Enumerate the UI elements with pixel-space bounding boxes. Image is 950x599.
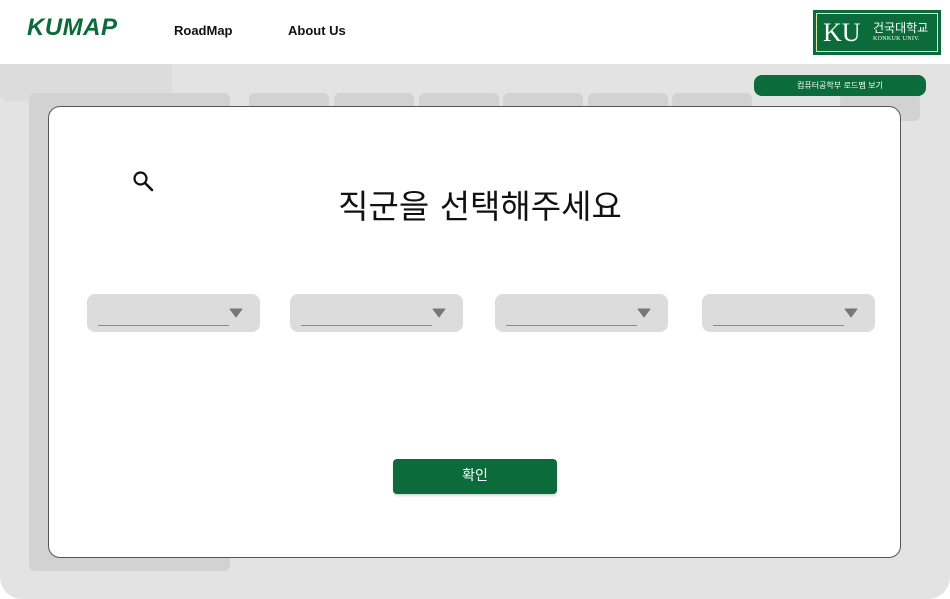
ku-logo-letters: KU [823, 18, 861, 47]
confirm-button[interactable]: 확인 [393, 459, 557, 494]
nav-about-us-link[interactable]: About Us [288, 23, 346, 38]
select-underline [98, 325, 229, 326]
dropdown-caret-icon [844, 308, 858, 318]
select-underline [301, 325, 432, 326]
job-select-4[interactable] [702, 294, 875, 332]
ku-logo-name: 건국대학교 [873, 21, 929, 35]
search-icon[interactable] [132, 170, 154, 192]
modal-title: 직군을 선택해주세요 [338, 187, 622, 226]
job-select-3[interactable] [495, 294, 668, 332]
dropdown-caret-icon [229, 308, 243, 318]
ku-logo-subtitle: KONKUK UNIV. [873, 36, 920, 42]
select-underline [506, 325, 637, 326]
konkuk-university-logo: KU 건국대학교 KONKUK UNIV. [813, 10, 941, 55]
top-header: KUMAP RoadMap About Us KU 건국대학교 KONKUK U… [0, 0, 950, 64]
job-select-1[interactable] [87, 294, 260, 332]
kumap-logo[interactable]: KUMAP [27, 14, 118, 42]
dropdown-caret-icon [637, 308, 651, 318]
select-underline [713, 325, 844, 326]
job-select-2[interactable] [290, 294, 463, 332]
dropdown-caret-icon [432, 308, 446, 318]
nav-roadmap-link[interactable]: RoadMap [174, 23, 233, 38]
view-roadmap-button[interactable]: 컴퓨터공학부 로드맵 보기 [754, 75, 926, 96]
